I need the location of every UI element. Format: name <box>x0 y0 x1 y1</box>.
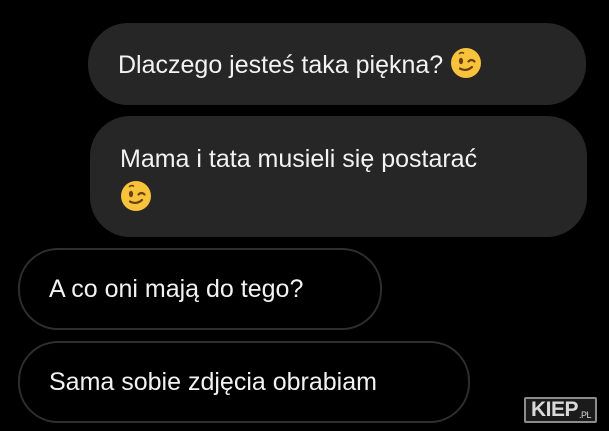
message-text: A co oni mają do tego? <box>49 275 304 303</box>
message-bubble-sent[interactable]: Dlaczego jesteś taka piękna? <box>88 23 586 105</box>
message-bubble-received[interactable]: A co oni mają do tego? <box>18 248 382 330</box>
winking-face-emoji-icon <box>451 48 482 78</box>
watermark-name: KIEP <box>530 398 579 421</box>
winking-face-emoji-icon <box>121 181 151 211</box>
kiep-watermark-logo: KIEP .PL <box>523 397 597 423</box>
message-text: Mama i tata musieli się postarać <box>120 145 478 173</box>
message-bubble-sent[interactable]: Mama i tata musieli się postarać <box>90 116 587 237</box>
message-text: Sama sobie zdjęcia obrabiam <box>49 368 377 396</box>
watermark-suffix: .PL <box>578 410 592 420</box>
message-bubble-received[interactable]: Sama sobie zdjęcia obrabiam <box>18 341 470 423</box>
message-text: Dlaczego jesteś taka piękna? <box>118 51 444 79</box>
